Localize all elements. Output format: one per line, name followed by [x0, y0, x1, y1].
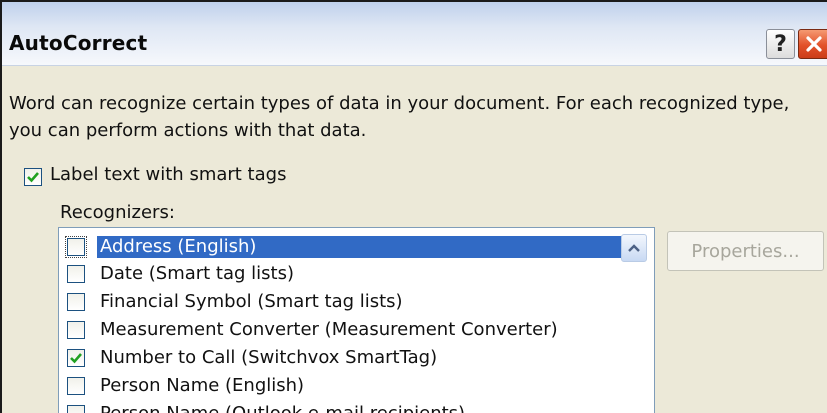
dialog-description: Word can recognize certain types of data… — [9, 93, 790, 141]
scroll-up-button[interactable] — [621, 234, 647, 262]
list-item[interactable]: Number to Call (Switchvox SmartTag) — [59, 344, 649, 372]
recognizer-label: Person Name (Outlook e-mail recipients) — [97, 403, 468, 413]
scroll-up-arrow-icon — [628, 244, 640, 252]
recognizer-checkbox[interactable] — [67, 349, 85, 367]
list-item[interactable]: Person Name (English) — [59, 372, 649, 400]
checkmark-icon — [27, 172, 39, 183]
recognizer-label: Person Name (English) — [100, 375, 305, 396]
checkmark-icon — [70, 353, 82, 364]
help-button[interactable]: ? — [766, 29, 795, 59]
recognizers-label: Recognizers: — [60, 202, 175, 223]
list-item[interactable]: Financial Symbol (Smart tag lists) — [59, 288, 649, 316]
recognizer-checkbox[interactable] — [67, 405, 85, 413]
autocorrect-dialog: AutoCorrect ? Word can recognize certain… — [0, 0, 827, 413]
smart-tags-checkbox[interactable] — [24, 168, 42, 186]
recognizer-label: Address (English) — [97, 236, 645, 258]
recognizer-checkbox[interactable] — [67, 293, 85, 311]
list-item[interactable]: Address (English) — [59, 233, 649, 261]
recognizer-label: Financial Symbol (Smart tag lists) — [100, 291, 403, 312]
recognizer-label: Number to Call (Switchvox SmartTag) — [100, 347, 438, 368]
title-bar: AutoCorrect ? — [2, 2, 827, 66]
properties-button[interactable]: Properties... — [667, 231, 824, 271]
list-item[interactable]: Measurement Converter (Measurement Conve… — [59, 316, 649, 344]
recognizer-label: Date (Smart tag lists) — [100, 263, 295, 284]
list-item[interactable]: Date (Smart tag lists) — [59, 260, 649, 288]
dialog-title: AutoCorrect — [9, 31, 148, 55]
recognizer-checkbox[interactable] — [67, 377, 85, 395]
recognizer-checkbox[interactable] — [67, 265, 85, 283]
close-icon — [806, 36, 822, 52]
smart-tags-label[interactable]: Label text with smart tags — [50, 164, 286, 185]
recognizer-checkbox[interactable] — [65, 236, 87, 258]
recognizers-list[interactable]: Address (English) Date (Smart tag lists)… — [58, 227, 655, 413]
recognizer-checkbox[interactable] — [67, 321, 85, 339]
recognizer-label: Measurement Converter (Measurement Conve… — [100, 319, 558, 340]
list-item[interactable]: Person Name (Outlook e-mail recipients) — [59, 400, 649, 413]
close-button[interactable] — [798, 29, 827, 59]
help-icon: ? — [774, 31, 787, 57]
